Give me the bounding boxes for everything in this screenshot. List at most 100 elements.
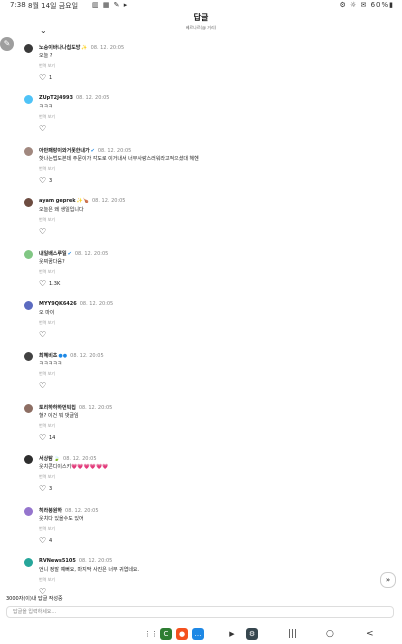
avatar[interactable]	[24, 198, 33, 207]
recents-button[interactable]: |||	[288, 629, 297, 639]
comment-meta: 내일배스루일✔ 08. 12. 20:05	[39, 250, 108, 257]
heart-icon[interactable]: ♡	[39, 124, 46, 133]
like-count: 3	[49, 178, 53, 184]
chevron-down-icon[interactable]: ⌄	[40, 26, 48, 35]
comment-text: 웃치다 있을수도 있어	[39, 516, 84, 522]
comment-meta: 최혜비초●● 08. 12. 20:05	[39, 352, 104, 359]
grid-icon[interactable]: ⋮⋮	[144, 628, 158, 640]
comment-item: 최혜비초●● 08. 12. 20:05 ㅋㅋㅋㅋㅋ 번역 보기 ♡	[24, 352, 364, 396]
commenter-name[interactable]: 토리하하하먼빅칩	[39, 405, 76, 411]
comment-time: 08. 12. 20:05	[97, 148, 132, 154]
comment-time: 08. 12. 20:05	[63, 456, 97, 462]
orange-app-icon[interactable]: ●	[176, 628, 188, 640]
commenter-name[interactable]: 노숭이바나나칩도방	[39, 45, 80, 51]
comment-time: 08. 12. 20:05	[79, 301, 114, 307]
avatar[interactable]	[24, 44, 33, 53]
comment-text: ㅋㅋㅋㅋㅋ	[39, 361, 63, 367]
avatar[interactable]	[24, 301, 33, 310]
translate-link[interactable]: 번역 보기	[39, 166, 55, 172]
commenter-badge: ✔	[67, 251, 72, 257]
commenter-name[interactable]: 아만패랑이와거못한내가	[39, 148, 90, 154]
comment-text: ㅋㅋㅋ	[39, 104, 53, 110]
translate-link[interactable]: 번역 보기	[39, 474, 55, 480]
heart-icon[interactable]: ♡	[39, 73, 46, 82]
commenter-badge: ✔	[90, 148, 95, 154]
heart-icon[interactable]: ♡	[39, 227, 46, 236]
avatar[interactable]	[24, 352, 33, 361]
commenter-name[interactable]: 내일배스루일	[39, 251, 67, 257]
comment-item: 노숭이바나나칩도방✨ 08. 12. 20:05 오늘 ? 번역 보기 ♡ 1	[24, 44, 364, 88]
commenter-name[interactable]: 서상탐	[39, 456, 53, 462]
comment-meta: MYY9QK6426 08. 12. 20:05	[39, 301, 113, 307]
heart-icon[interactable]: ♡	[39, 279, 46, 288]
comment-meta: 노숭이바나나칩도방✨ 08. 12. 20:05	[39, 44, 124, 51]
comment-time: 08. 12. 20:05	[70, 353, 104, 359]
comment-time: 08. 12. 20:05	[78, 405, 113, 411]
heart-icon[interactable]: ♡	[39, 381, 46, 390]
comment-time: 08. 12. 20:05	[90, 45, 125, 51]
heart-icon[interactable]: ♡	[39, 330, 46, 339]
play-app-icon[interactable]: ▶	[226, 628, 238, 640]
commenter-name[interactable]: ayam geprek	[39, 198, 76, 204]
back-button[interactable]: <	[366, 629, 374, 639]
heart-icon[interactable]: ♡	[39, 176, 46, 185]
translate-link[interactable]: 번역 보기	[39, 423, 55, 429]
comment-text: 오늘은 왜 생일입니다	[39, 207, 84, 213]
comment-item: MYY9QK6426 08. 12. 20:05 오 마이번역 보기 ♡	[24, 301, 364, 345]
comment-text: 핫나는법도본데 주문이가 각도로 이거내서 너무사랑스러워라고적으셨대 헤헨	[39, 156, 199, 162]
avatar[interactable]	[24, 95, 33, 104]
comment-meta: 히라붕원하 08. 12. 20:05	[39, 507, 99, 514]
page-header: 답글 베르나르(@ 거리)	[0, 10, 402, 32]
heart-icon[interactable]: ♡	[39, 536, 46, 545]
avatar[interactable]	[24, 404, 33, 413]
translate-link[interactable]: 번역 보기	[39, 526, 55, 532]
translate-link[interactable]: 번역 보기	[39, 320, 55, 326]
comment-item: ayam geprek✨🍗 08. 12. 20:05 오늘은 왜 생일입니다 번역 …	[24, 198, 364, 242]
comment-meta: ZUpT2J4993 08. 12. 20:05	[39, 95, 109, 101]
avatar[interactable]	[24, 147, 33, 156]
page-title: 답글	[193, 13, 209, 22]
commenter-name[interactable]: RVNews5105	[39, 558, 76, 564]
status-right: ⚙ ☼ ✉ 60%▮	[339, 1, 394, 9]
commenter-name[interactable]: 최혜비초	[39, 353, 57, 359]
status-time: 7:38	[10, 1, 26, 9]
comment-meta: RVNews5105 08. 12. 20:05	[39, 558, 112, 564]
commenter-name[interactable]: ZUpT2J4993	[39, 95, 73, 101]
comment-time: 08. 12. 20:05	[65, 508, 99, 514]
green-app-icon[interactable]: C	[160, 628, 172, 640]
like-count: 14	[49, 435, 56, 441]
translate-link[interactable]: 번역 보기	[39, 371, 55, 377]
comment-text: 헐? 이건 뭐 댓글임	[39, 413, 79, 419]
translate-link[interactable]: 번역 보기	[39, 217, 55, 223]
comment-meta: 아만패랑이와거못한내가✔ 08. 12. 20:05	[39, 147, 131, 154]
commenter-badge: ✨	[81, 45, 88, 51]
heart-icon[interactable]: ♡	[39, 433, 46, 442]
avatar[interactable]	[24, 250, 33, 259]
comment-text: 오 마이	[39, 310, 55, 316]
avatar[interactable]	[24, 455, 33, 464]
comment-text: 웃치콘디이스키💗💗💗💗💗💗	[39, 464, 109, 470]
commenter-name[interactable]: MYY9QK6426	[39, 301, 77, 307]
translate-link[interactable]: 번역 보기	[39, 114, 55, 120]
comment-meta: 서상탐🍃 08. 12. 20:05	[39, 455, 97, 462]
home-button[interactable]: ○	[326, 629, 334, 639]
comment-item: 히라붕원하 08. 12. 20:05 웃치다 있을수도 있어번역 보기 ♡ 4	[24, 507, 364, 551]
translate-link[interactable]: 번역 보기	[39, 63, 55, 69]
commenter-badge: ✨🍗	[76, 198, 89, 204]
heart-icon[interactable]: ♡	[39, 484, 46, 493]
translate-link[interactable]: 번역 보기	[39, 269, 55, 275]
avatar[interactable]	[24, 507, 33, 516]
comment-item: 서상탐🍃 08. 12. 20:05 웃치콘디이스키💗💗💗💗💗💗 번역 보기 ♡ 3	[24, 455, 364, 499]
like-count: 4	[49, 538, 53, 544]
edit-icon[interactable]: ✎	[0, 37, 14, 51]
comment-time: 08. 12. 20:05	[78, 558, 113, 564]
chat-app-icon[interactable]: …	[192, 628, 204, 640]
settings-app-icon[interactable]: ⚙	[246, 628, 258, 640]
avatar[interactable]	[24, 558, 33, 567]
translate-link[interactable]: 번역 보기	[39, 577, 55, 583]
commenter-name[interactable]: 히라붕원하	[39, 508, 62, 514]
scroll-down-button[interactable]: »	[380, 572, 396, 588]
reply-input[interactable]: 답글을 입력하세요...	[6, 606, 394, 618]
reply-notice-text: 3000자(이)내 답글 작성중	[6, 596, 63, 602]
commenter-badge: ●●	[58, 353, 68, 359]
